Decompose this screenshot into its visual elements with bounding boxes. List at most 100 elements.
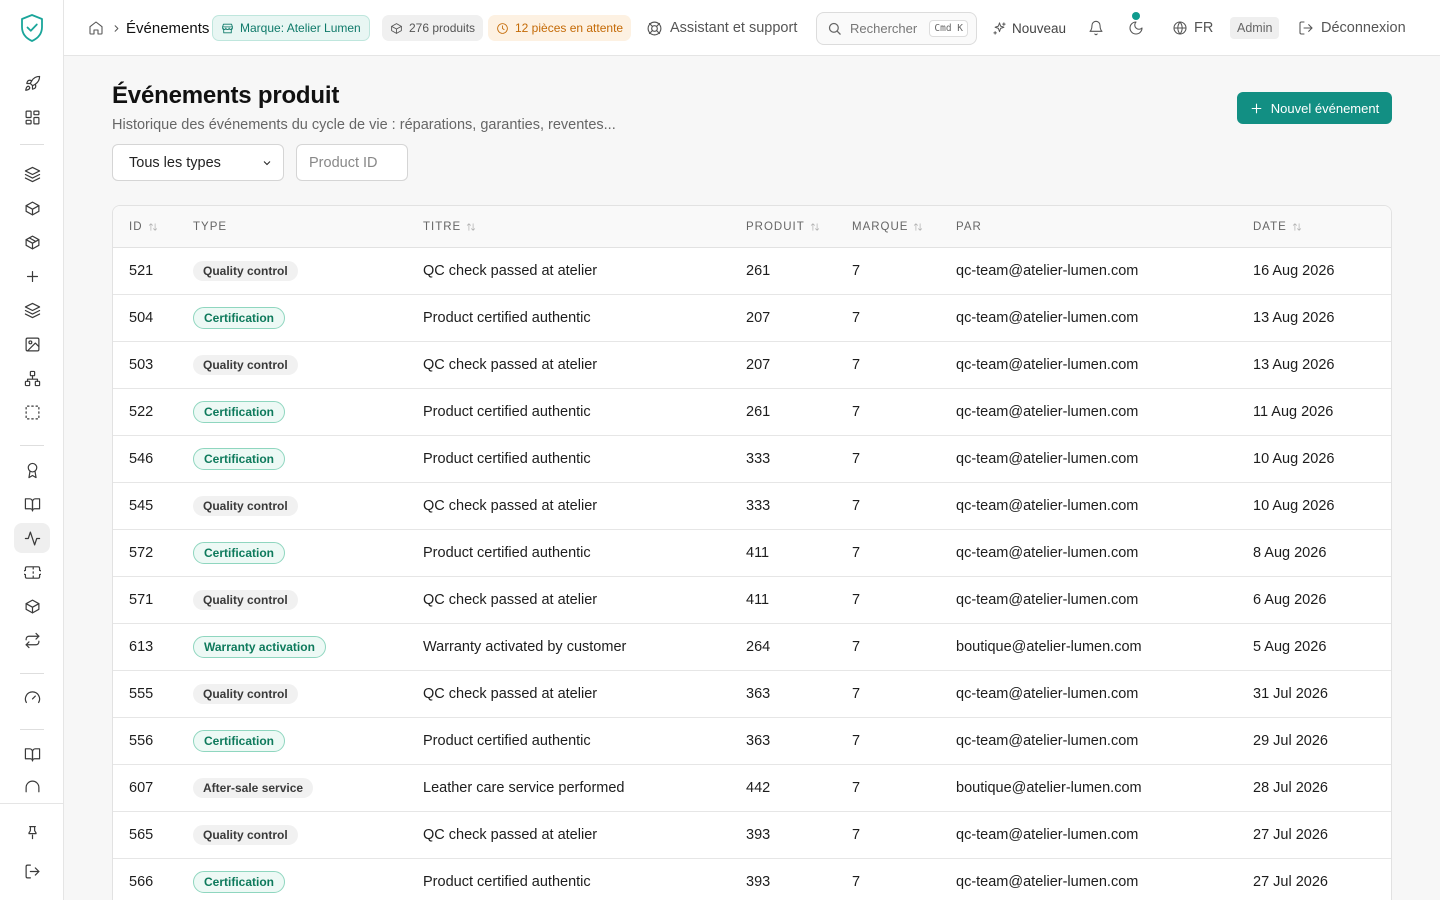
product-id-input[interactable] [296,144,408,181]
docs-icon[interactable] [14,739,50,769]
type-filter-select[interactable]: Tous les types [112,144,284,181]
package-check-icon[interactable] [14,591,50,621]
cell-product: 411 [746,592,770,608]
column-header-product[interactable]: PRODUIT [746,206,820,248]
breadcrumb-current: Événements [126,19,210,37]
table-body: 521 Quality control QC check passed at ate… [113,248,1391,900]
type-badge: Quality control [193,355,298,375]
cell-id: 521 [129,263,154,279]
cell-type: Quality control [193,483,298,529]
cell-title: Warranty activated by customer [423,639,627,655]
ticket-icon[interactable] [14,557,50,587]
column-header-id[interactable]: ID [129,206,158,248]
plus-icon[interactable] [14,261,50,291]
type-badge: Certification [193,871,286,893]
lifebuoy-icon [647,21,662,35]
new-event-button[interactable]: Nouvel événement [1237,92,1392,124]
dashboard-icon[interactable] [14,102,50,132]
new-button[interactable]: Nouveau [992,0,1066,56]
sort-icon [1292,223,1301,231]
table-row[interactable]: 555 Quality control QC check passed at ate… [113,671,1391,718]
cell-id: 565 [129,827,154,843]
search-icon [828,22,841,35]
cell-by: qc-team@atelier-lumen.com [956,874,1139,890]
table-row[interactable]: 566 Certification Product certified authen… [113,859,1391,900]
cell-type: Certification [193,530,286,576]
cell-by: boutique@atelier-lumen.com [956,780,1142,796]
table-row[interactable]: 556 Certification Product certified authen… [113,718,1391,765]
search-shortcut: Cmd K [929,19,968,37]
type-badge: Certification [193,730,286,752]
table-row[interactable]: 546 Certification Product certified authen… [113,436,1391,483]
cell-type: Certification [193,859,286,900]
support-button[interactable]: Assistant et support [646,0,797,56]
package-icon[interactable] [14,193,50,223]
table-row[interactable]: 572 Certification Product certified authen… [113,530,1391,577]
cell-title: QC check passed at atelier [423,498,598,514]
search-input[interactable]: Rechercher Cmd K [816,11,977,45]
column-header-title[interactable]: TITRE [423,206,476,248]
cell-by: qc-team@atelier-lumen.com [956,451,1139,467]
shield-logo-icon[interactable] [19,13,45,43]
cell-id: 545 [129,498,154,514]
headphones-icon[interactable] [14,773,50,797]
cell-type: Quality control [193,342,298,388]
repeat-icon[interactable] [14,625,50,655]
moon-icon[interactable] [1128,0,1144,56]
cell-title: QC check passed at atelier [423,827,598,843]
cell-product: 207 [746,357,771,373]
table-row[interactable]: 522 Certification Product certified authen… [113,389,1391,436]
cell-type: Quality control [193,577,298,623]
pin-icon[interactable] [14,816,50,846]
column-header-brand[interactable]: MARQUE [852,206,923,248]
gauge-icon[interactable] [14,682,50,712]
type-badge: Certification [193,401,286,423]
sidebar-logout-icon[interactable] [14,856,50,886]
table-row[interactable]: 503 Quality control QC check passed at ate… [113,342,1391,389]
pending-pieces-pill[interactable]: 12 pièces en attente [488,15,632,41]
cell-brand: 7 [852,780,861,796]
cell-product: 207 [746,310,771,326]
column-header-date[interactable]: DATE [1253,206,1302,248]
cell-product: 442 [746,780,771,796]
cell-by: qc-team@atelier-lumen.com [956,404,1139,420]
table-row[interactable]: 607 After-sale service Leather care servic… [113,765,1391,812]
book-open-icon[interactable] [14,489,50,519]
language-switch[interactable]: FR [1172,0,1213,56]
award-icon[interactable] [14,455,50,485]
table-row[interactable]: 571 Quality control QC check passed at ate… [113,577,1391,624]
cell-type: Quality control [193,671,298,717]
selection-icon[interactable] [14,397,50,427]
cell-by: qc-team@atelier-lumen.com [956,686,1139,702]
cell-by: qc-team@atelier-lumen.com [956,357,1139,373]
brand-pill[interactable]: Marque: Atelier Lumen [212,15,370,41]
network-icon[interactable] [14,363,50,393]
cell-by: qc-team@atelier-lumen.com [956,310,1139,326]
box-icon[interactable] [14,227,50,257]
table-row[interactable]: 613 Warranty activation Warranty activated… [113,624,1391,671]
cell-date: 6 Aug 2026 [1253,592,1327,608]
cell-by: qc-team@atelier-lumen.com [956,733,1139,749]
table-row[interactable]: 504 Certification Product certified authen… [113,295,1391,342]
rocket-icon[interactable] [14,68,50,98]
home-icon[interactable] [88,0,104,56]
logout-button[interactable]: Déconnexion [1298,0,1406,56]
bell-icon[interactable] [1088,0,1104,56]
table-header: ID TYPE TITRE PRODUIT MARQUE PAR DATE [113,206,1391,248]
products-count-pill[interactable]: 276 produits [382,15,484,41]
cell-by: qc-team@atelier-lumen.com [956,545,1139,561]
layers-icon[interactable] [14,159,50,189]
page-title: Événements produit [112,82,340,109]
cell-product: 261 [746,404,771,420]
new-label: Nouveau [1012,20,1067,36]
cell-title: Product certified authentic [423,310,591,326]
activity-icon[interactable] [14,523,50,553]
stack-icon[interactable] [14,295,50,325]
table-row[interactable]: 545 Quality control QC check passed at ate… [113,483,1391,530]
cell-product: 333 [746,498,771,514]
image-icon[interactable] [14,329,50,359]
table-row[interactable]: 565 Quality control QC check passed at ate… [113,812,1391,859]
table-row[interactable]: 521 Quality control QC check passed at ate… [113,248,1391,295]
cell-brand: 7 [852,827,861,843]
cell-brand: 7 [852,686,861,702]
